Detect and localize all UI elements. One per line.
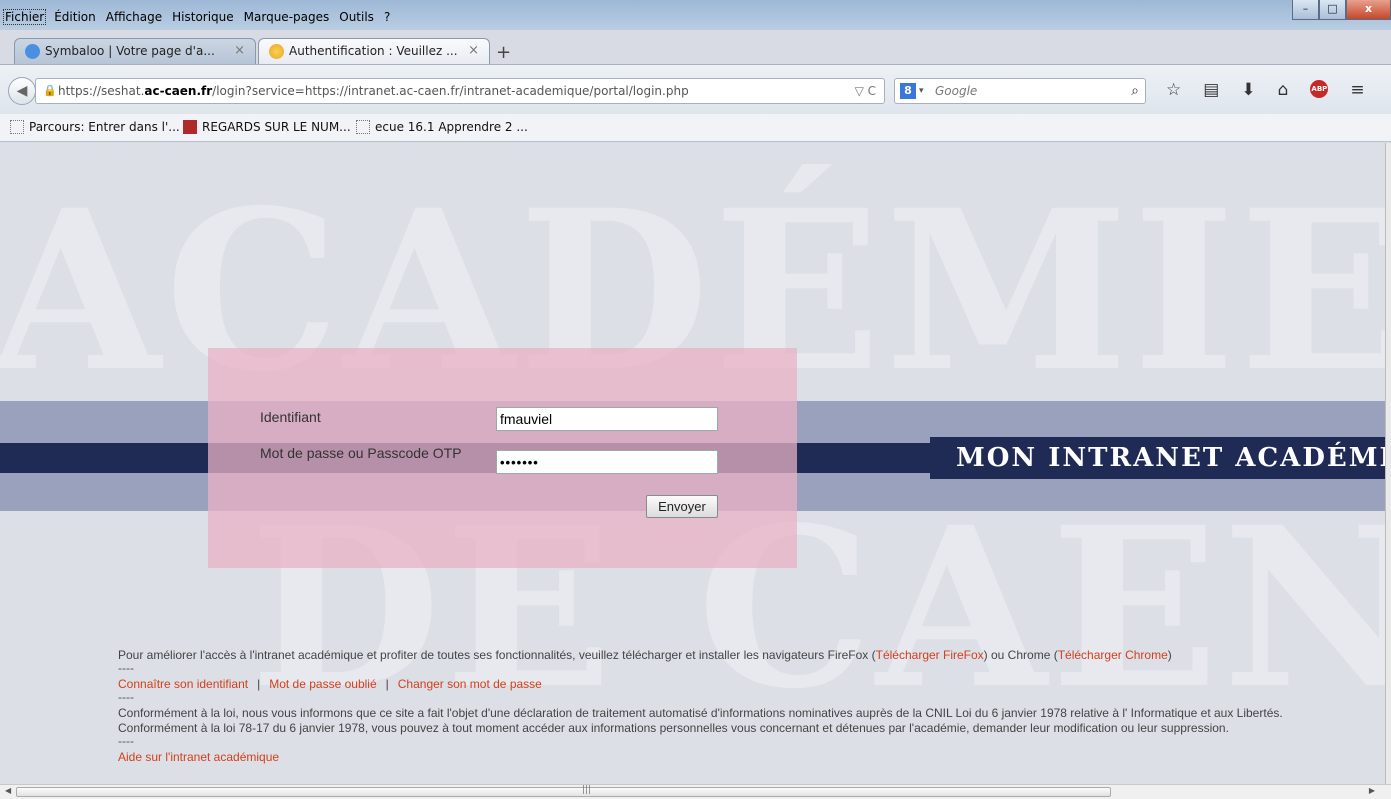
grip-icon: ||| xyxy=(582,785,592,795)
url-domain: ac-caen.fr xyxy=(144,84,213,98)
menu-historique[interactable]: Historique xyxy=(171,10,235,24)
separator: | xyxy=(257,677,261,691)
navigation-bar: 🔒 https://seshat.ac-caen.fr/login?servic… xyxy=(0,64,1391,114)
minimize-icon[interactable]: – xyxy=(1292,0,1319,20)
menu-marque-pages[interactable]: Marque-pages xyxy=(243,10,331,24)
submit-button[interactable]: Envoyer xyxy=(646,495,718,518)
download-icon[interactable]: ⬇ xyxy=(1241,80,1255,100)
browser-text: Pour améliorer l'accès à l'intranet acad… xyxy=(118,648,876,662)
bookmarks-bar: Parcours: Entrer dans l'... REGARDS SUR … xyxy=(0,114,1391,142)
close-window-icon[interactable]: x xyxy=(1346,0,1391,20)
menu-aide[interactable]: ? xyxy=(383,10,391,24)
url-bar[interactable]: 🔒 https://seshat.ac-caen.fr/login?servic… xyxy=(35,78,885,104)
tab-bar: Symbaloo | Votre page d'a... × Authentif… xyxy=(0,32,1391,64)
search-icon[interactable]: ⌕ xyxy=(1131,79,1139,103)
menu-bar: Fichier Édition Affichage Historique Mar… xyxy=(0,0,1391,30)
scroll-left-icon[interactable]: ◀ xyxy=(5,786,11,795)
reload-icon[interactable]: ▽ C xyxy=(855,79,876,103)
close-tab-icon[interactable]: × xyxy=(468,39,479,63)
regards-icon xyxy=(183,120,197,134)
change-password-link[interactable]: Changer son mot de passe xyxy=(398,677,542,691)
scrollbar-thumb[interactable]: ||| xyxy=(16,785,1111,797)
menu-fichier[interactable]: Fichier xyxy=(2,9,47,25)
tab-title: Symbaloo | Votre page d'a... xyxy=(45,44,215,58)
bookmark-regards[interactable]: REGARDS SUR LE NUM... xyxy=(183,120,351,134)
page-icon xyxy=(356,120,370,134)
maximize-icon[interactable]: □ xyxy=(1319,0,1346,20)
forgot-password-link[interactable]: Mot de passe oublié xyxy=(269,677,376,691)
window-controls: – □ x xyxy=(1292,0,1391,20)
bookmark-ecue[interactable]: ecue 16.1 Apprendre 2 ... xyxy=(356,120,528,134)
page-content: ACADÉMIE DE CAEN MON INTRANET ACADÉMIQUE… xyxy=(0,143,1385,784)
menu-affichage[interactable]: Affichage xyxy=(105,10,163,24)
firefox-download-link[interactable]: Télécharger FireFox xyxy=(876,648,984,662)
bookmark-label: REGARDS SUR LE NUM... xyxy=(202,120,351,134)
back-arrow-icon: ◀ xyxy=(16,83,28,99)
site-brand: MON INTRANET ACADÉMIQUE xyxy=(930,437,1385,479)
bookmark-parcours[interactable]: Parcours: Entrer dans l'... xyxy=(10,120,180,134)
identifiant-input[interactable] xyxy=(496,407,718,431)
login-form: Identifiant Mot de passe ou Passcode OTP… xyxy=(208,348,797,568)
bookmark-label: ecue 16.1 Apprendre 2 ... xyxy=(375,120,528,134)
adblock-icon[interactable]: ABP xyxy=(1310,80,1329,98)
page-icon xyxy=(10,120,24,134)
symbaloo-icon xyxy=(25,44,40,59)
url-suffix: /login?service=https://intranet.ac-caen.… xyxy=(212,84,689,98)
home-icon[interactable]: ⌂ xyxy=(1278,80,1289,100)
sun-icon xyxy=(269,44,284,59)
menu-icon[interactable]: ≡ xyxy=(1350,80,1364,100)
know-identifiant-link[interactable]: Connaître son identifiant xyxy=(118,677,248,691)
browser-text: ) ou Chrome ( xyxy=(983,648,1058,662)
browser-text: ) xyxy=(1167,648,1172,662)
menu-edition[interactable]: Édition xyxy=(53,10,97,24)
divider: ---- xyxy=(118,690,134,704)
new-tab-button[interactable]: + xyxy=(496,42,511,63)
reading-list-icon[interactable]: ▤ xyxy=(1203,80,1219,100)
divider: ---- xyxy=(118,661,134,675)
cnil-notice-2: Conformément à la loi 78-17 du 6 janvier… xyxy=(118,721,1229,735)
search-input[interactable]: 8 ▾ Google ⌕ xyxy=(894,78,1146,104)
browser-recommendation: Pour améliorer l'accès à l'intranet acad… xyxy=(118,648,1385,663)
identifiant-label: Identifiant xyxy=(260,409,321,425)
tab-symbaloo[interactable]: Symbaloo | Votre page d'a... × xyxy=(14,38,256,64)
star-icon[interactable]: ☆ xyxy=(1166,80,1181,100)
horizontal-scrollbar[interactable]: ◀ ||| ▶ xyxy=(0,784,1391,799)
close-tab-icon[interactable]: × xyxy=(234,39,245,63)
account-links: Connaître son identifiant | Mot de passe o… xyxy=(118,677,1385,692)
url-prefix: https://seshat. xyxy=(58,84,145,98)
password-input[interactable] xyxy=(496,450,718,474)
vertical-scrollbar[interactable] xyxy=(1385,143,1391,784)
chrome-download-link[interactable]: Télécharger Chrome xyxy=(1058,648,1168,662)
bookmark-label: Parcours: Entrer dans l'... xyxy=(29,120,180,134)
menu-items: Fichier Édition Affichage Historique Mar… xyxy=(2,9,391,25)
toolbar-icons: ☆ ▤ ⬇ ⌂ ABP ≡ xyxy=(1166,80,1365,100)
divider: ---- xyxy=(118,734,134,748)
lock-icon: 🔒 xyxy=(43,84,57,97)
cnil-notice: Conformément à la loi, nous vous informo… xyxy=(118,706,1283,720)
footer: Pour améliorer l'accès à l'intranet acad… xyxy=(118,648,1385,765)
search-placeholder: Google xyxy=(935,84,978,98)
google-icon[interactable]: 8 xyxy=(900,83,916,99)
scroll-right-icon[interactable]: ▶ xyxy=(1369,786,1375,795)
password-label: Mot de passe ou Passcode OTP xyxy=(260,445,462,461)
menu-outils[interactable]: Outils xyxy=(338,10,375,24)
tab-title: Authentification : Veuillez ... xyxy=(289,44,458,58)
help-link[interactable]: Aide sur l'intranet académique xyxy=(118,750,279,764)
chevron-down-icon[interactable]: ▾ xyxy=(919,79,924,103)
tab-authentification[interactable]: Authentification : Veuillez ... × xyxy=(258,38,490,64)
separator: | xyxy=(385,677,389,691)
back-button[interactable]: ◀ xyxy=(8,77,36,105)
